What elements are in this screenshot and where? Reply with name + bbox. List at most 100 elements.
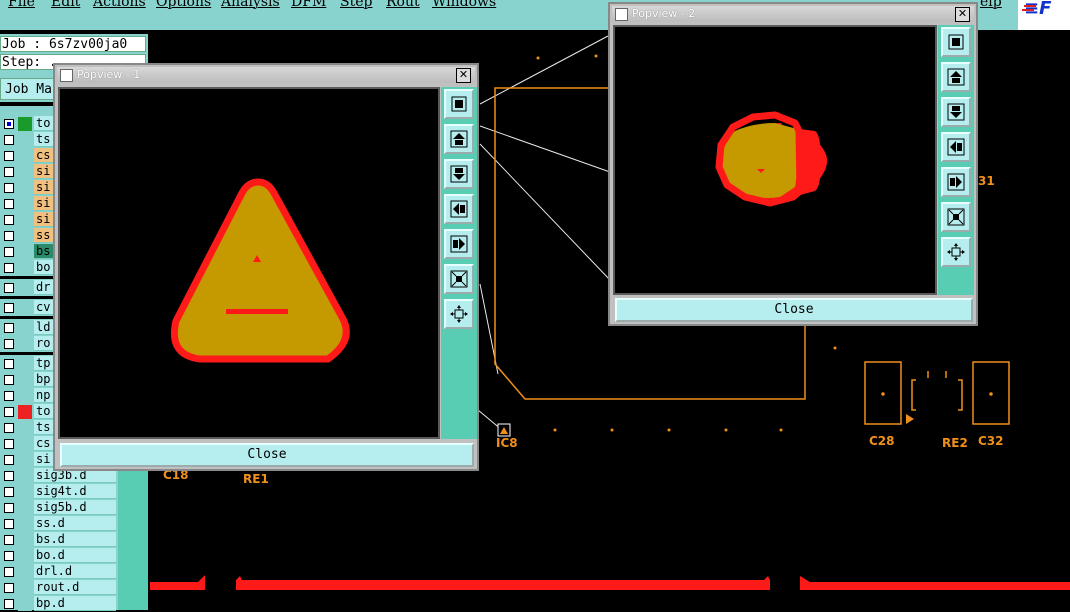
layer-checkbox[interactable] xyxy=(4,391,14,401)
zoom-in-button[interactable] xyxy=(444,264,474,294)
pan-right-button[interactable] xyxy=(444,229,474,259)
layer-color-swatch[interactable] xyxy=(18,389,32,403)
zoom-fit-button[interactable] xyxy=(444,89,474,119)
menu-actions[interactable]: Actions xyxy=(93,0,146,10)
layer-checkbox[interactable] xyxy=(4,471,14,481)
layer-color-swatch[interactable] xyxy=(18,517,32,531)
layer-color-swatch[interactable] xyxy=(18,133,32,147)
layer-checkbox[interactable] xyxy=(4,503,14,513)
layer-checkbox[interactable] xyxy=(4,151,14,161)
layer-color-swatch[interactable] xyxy=(18,421,32,435)
layer-color-swatch[interactable] xyxy=(18,405,32,419)
layer-checkbox[interactable] xyxy=(4,199,14,209)
pan-up-button[interactable] xyxy=(444,124,474,154)
zoom-fit-button[interactable] xyxy=(941,27,971,57)
layer-color-swatch[interactable] xyxy=(18,565,32,579)
layer-color-swatch[interactable] xyxy=(18,437,32,451)
layer-checkbox[interactable] xyxy=(4,567,14,577)
layer-checkbox[interactable] xyxy=(4,263,14,273)
layer-color-swatch[interactable] xyxy=(18,469,32,483)
layer-checkbox[interactable] xyxy=(4,303,14,313)
layer-color-swatch[interactable] xyxy=(18,281,32,295)
layer-color-swatch[interactable] xyxy=(18,245,32,259)
layer-color-swatch[interactable] xyxy=(18,357,32,371)
close-icon[interactable]: ✕ xyxy=(456,68,471,83)
menu-step[interactable]: Step xyxy=(340,0,372,10)
layer-checkbox[interactable] xyxy=(4,135,14,145)
layer-color-swatch[interactable] xyxy=(18,501,32,515)
layer-checkbox[interactable] xyxy=(4,583,14,593)
layer-checkbox[interactable] xyxy=(4,231,14,241)
layer-color-swatch[interactable] xyxy=(18,597,32,611)
layer-color-swatch[interactable] xyxy=(18,165,32,179)
layer-checkbox[interactable] xyxy=(4,323,14,333)
popview-2-close-button[interactable]: Close xyxy=(615,298,973,322)
layer-checkbox[interactable] xyxy=(4,183,14,193)
layer-color-swatch[interactable] xyxy=(18,453,32,467)
layer-checkbox[interactable] xyxy=(4,167,14,177)
layer-name[interactable]: sig4t.d xyxy=(34,484,116,499)
layer-checkbox[interactable] xyxy=(4,519,14,529)
layer-color-swatch[interactable] xyxy=(18,181,32,195)
layer-color-swatch[interactable] xyxy=(18,337,32,351)
pan-up-button[interactable] xyxy=(941,62,971,92)
menu-analysis[interactable]: Analysis xyxy=(221,0,280,10)
layer-color-swatch[interactable] xyxy=(18,229,32,243)
layer-checkbox[interactable] xyxy=(4,359,14,369)
layer-color-swatch[interactable] xyxy=(18,321,32,335)
layer-checkbox[interactable] xyxy=(4,439,14,449)
layer-checkbox[interactable] xyxy=(4,339,14,349)
menu-rout[interactable]: Rout xyxy=(386,0,420,10)
layer-name[interactable]: bs.d xyxy=(34,532,116,547)
menu-windows[interactable]: Windows xyxy=(432,0,496,10)
menu-edit[interactable]: Edit xyxy=(51,0,80,10)
layer-checkbox[interactable] xyxy=(4,247,14,257)
layer-color-swatch[interactable] xyxy=(18,533,32,547)
layer-checkbox[interactable] xyxy=(4,119,14,129)
pan-left-button[interactable] xyxy=(444,194,474,224)
close-icon[interactable]: ✕ xyxy=(955,7,970,22)
layer-color-swatch[interactable] xyxy=(18,261,32,275)
menu-file[interactable]: File xyxy=(8,0,35,10)
layer-color-swatch[interactable] xyxy=(18,197,32,211)
layer-checkbox[interactable] xyxy=(4,407,14,417)
menu-help[interactable]: elp xyxy=(980,0,1002,10)
zoom-out-button[interactable] xyxy=(444,299,474,329)
layer-color-swatch[interactable] xyxy=(18,549,32,563)
layer-color-swatch[interactable] xyxy=(18,581,32,595)
layer-name[interactable]: bp.d xyxy=(34,596,116,611)
pan-left-button[interactable] xyxy=(941,132,971,162)
popview-1-close-button[interactable]: Close xyxy=(60,443,474,467)
menu-options[interactable]: Options xyxy=(156,0,211,10)
layer-color-swatch[interactable] xyxy=(18,485,32,499)
popview-2-titlebar[interactable]: Popview - 2 ✕ xyxy=(612,6,974,22)
menu-dfm[interactable]: DFM xyxy=(291,0,326,10)
layer-color-swatch[interactable] xyxy=(18,117,32,131)
layer-checkbox[interactable] xyxy=(4,423,14,433)
layer-name[interactable]: bo.d xyxy=(34,548,116,563)
layer-checkbox[interactable] xyxy=(4,375,14,385)
layer-color-swatch[interactable] xyxy=(18,213,32,227)
layer-name[interactable]: ss.d xyxy=(34,516,116,531)
pan-right-button[interactable] xyxy=(941,167,971,197)
layer-checkbox[interactable] xyxy=(4,487,14,497)
layer-color-swatch[interactable] xyxy=(18,373,32,387)
ic8-marker[interactable] xyxy=(497,423,511,437)
layer-color-swatch[interactable] xyxy=(18,149,32,163)
layer-checkbox[interactable] xyxy=(4,551,14,561)
pan-down-button[interactable] xyxy=(941,97,971,127)
layer-color-swatch[interactable] xyxy=(18,301,32,315)
zoom-out-button[interactable] xyxy=(941,237,971,267)
layer-checkbox[interactable] xyxy=(4,599,14,609)
popview-1-titlebar[interactable]: Popview - 1 ✕ xyxy=(57,67,475,83)
layer-name[interactable]: drl.d xyxy=(34,564,116,579)
layer-checkbox[interactable] xyxy=(4,283,14,293)
layer-checkbox[interactable] xyxy=(4,455,14,465)
layer-name[interactable]: rout.d xyxy=(34,580,116,595)
pan-down-button[interactable] xyxy=(444,159,474,189)
layer-checkbox[interactable] xyxy=(4,215,14,225)
popview-1-viewport[interactable] xyxy=(58,87,440,439)
layer-name[interactable]: sig5b.d xyxy=(34,500,116,515)
popview-2-viewport[interactable] xyxy=(613,25,937,295)
layer-checkbox[interactable] xyxy=(4,535,14,545)
